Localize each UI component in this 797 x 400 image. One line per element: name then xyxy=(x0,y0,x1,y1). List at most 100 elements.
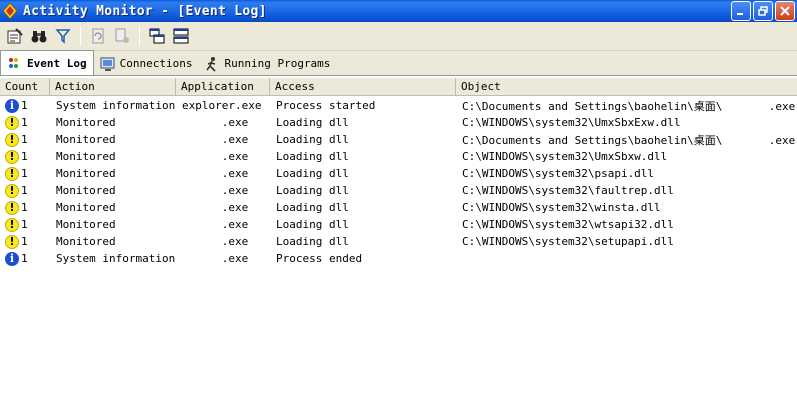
cell-action: Monitored xyxy=(56,218,116,231)
tab-event-log[interactable]: Event Log xyxy=(0,50,94,75)
warning-icon: ! xyxy=(5,183,19,198)
connections-icon xyxy=(100,56,116,72)
cascade-icon xyxy=(149,28,165,44)
cell-access: Loading dll xyxy=(276,167,349,180)
title-bar[interactable]: Activity Monitor - [Event Log] xyxy=(0,0,797,22)
find-button[interactable] xyxy=(28,25,50,47)
cell-count: ! 1 xyxy=(0,115,50,130)
minimize-button[interactable] xyxy=(731,1,751,21)
properties-button[interactable] xyxy=(4,25,26,47)
warning-icon: ! xyxy=(5,115,19,130)
table-row[interactable]: ! 1 Monitored .exe Loading dll C:\Documents … xyxy=(0,131,797,148)
cell-count: ! 1 xyxy=(0,132,50,147)
table-row[interactable]: i 1 System information .exe Process ended xyxy=(0,250,797,267)
cell-count: ! 1 xyxy=(0,200,50,215)
table-row[interactable]: ! 1 Monitored .exe Loading dll C:\WINDOWS\sy… xyxy=(0,216,797,233)
table-row[interactable]: ! 1 Monitored .exe Loading dll C:\WINDOWS\sy… xyxy=(0,114,797,131)
table-row[interactable]: ! 1 Monitored .exe Loading dll C:\WINDOWS\sy… xyxy=(0,148,797,165)
cell-object: C:\Documents and Settings\baohelin\桌面\ .… xyxy=(462,99,796,113)
cell-action: Monitored xyxy=(56,184,116,197)
cell-object: C:\WINDOWS\system32\winsta.dll xyxy=(462,201,661,214)
cell-access: Process ended xyxy=(276,252,363,265)
count-value: 1 xyxy=(21,116,28,129)
cell-access: Loading dll xyxy=(276,133,349,146)
warning-icon: ! xyxy=(5,234,19,249)
cascade-button[interactable] xyxy=(146,25,168,47)
cell-object: C:\WINDOWS\system32\faultrep.dll xyxy=(462,184,674,197)
refresh-button[interactable] xyxy=(87,25,109,47)
count-value: 1 xyxy=(21,218,28,231)
count-value: 1 xyxy=(21,133,28,146)
column-header-object[interactable]: Object xyxy=(456,78,797,96)
column-header-count[interactable]: Count xyxy=(0,78,50,96)
minimize-icon xyxy=(737,13,743,15)
cell-action: Monitored xyxy=(56,201,116,214)
cell-application: .exe xyxy=(182,235,249,248)
refresh-icon xyxy=(92,28,104,44)
event-list: i 1 System information explorer.exe Process … xyxy=(0,97,797,267)
filter-button[interactable] xyxy=(52,25,74,47)
app-icon xyxy=(2,2,18,20)
binoculars-icon xyxy=(31,31,47,43)
count-value: 1 xyxy=(21,235,28,248)
filter-icon xyxy=(55,29,71,44)
warning-icon: ! xyxy=(5,217,19,232)
tab-strip: Event Log Connections Running Programs xyxy=(0,50,797,76)
cell-access: Loading dll xyxy=(276,150,349,163)
count-value: 1 xyxy=(21,150,28,163)
warning-icon: ! xyxy=(5,149,19,164)
count-value: 1 xyxy=(21,201,28,214)
restore-button[interactable] xyxy=(753,1,773,21)
cell-count: ! 1 xyxy=(0,183,50,198)
table-row[interactable]: i 1 System information explorer.exe Process … xyxy=(0,97,797,114)
tab-label: Running Programs xyxy=(224,57,331,70)
column-header-action[interactable]: Action xyxy=(50,78,176,96)
column-header-access[interactable]: Access xyxy=(270,78,456,96)
count-value: 1 xyxy=(21,252,28,265)
table-row[interactable]: ! 1 Monitored .exe Loading dll C:\WINDOWS\sy… xyxy=(0,165,797,182)
window-title: Activity Monitor - [Event Log] xyxy=(23,3,267,19)
toolbar-separator xyxy=(139,26,140,46)
tile-button[interactable] xyxy=(170,25,192,47)
table-row[interactable]: ! 1 Monitored .exe Loading dll C:\WINDOWS\sy… xyxy=(0,233,797,250)
cell-object: C:\WINDOWS\system32\UmxSbxExw.dll xyxy=(462,116,681,129)
close-icon xyxy=(780,6,790,16)
clear-button[interactable] xyxy=(111,25,133,47)
cell-action: Monitored xyxy=(56,235,116,248)
cell-access: Loading dll xyxy=(276,116,349,129)
cell-application: .exe xyxy=(182,116,249,129)
cell-application: .exe xyxy=(182,133,249,146)
cell-object: C:\WINDOWS\system32\setupapi.dll xyxy=(462,235,674,248)
toolbar xyxy=(0,22,797,51)
warning-icon: ! xyxy=(5,200,19,215)
cell-application: .exe xyxy=(182,201,249,214)
close-button[interactable] xyxy=(775,1,795,21)
tab-label: Event Log xyxy=(27,56,87,70)
cell-application: .exe xyxy=(182,150,249,163)
cell-access: Loading dll xyxy=(276,184,349,197)
clear-icon xyxy=(115,28,129,43)
cell-count: ! 1 xyxy=(0,166,50,181)
column-header-application[interactable]: Application xyxy=(176,78,270,96)
cell-count: ! 1 xyxy=(0,217,50,232)
cell-count: ! 1 xyxy=(0,149,50,164)
list-header: Count Action Application Access Object xyxy=(0,78,797,96)
warning-icon: ! xyxy=(5,166,19,181)
cell-action: Monitored xyxy=(56,133,116,146)
tab-label: Connections xyxy=(119,57,193,70)
cell-object: C:\WINDOWS\system32\psapi.dll xyxy=(462,167,655,180)
table-row[interactable]: ! 1 Monitored .exe Loading dll C:\WINDOWS\sy… xyxy=(0,199,797,216)
event-log-icon xyxy=(7,55,23,71)
properties-icon xyxy=(7,28,23,44)
restore-icon xyxy=(758,6,768,16)
running-programs-icon xyxy=(204,56,220,72)
cell-object: C:\Documents and Settings\baohelin\桌面\ .… xyxy=(462,133,796,147)
tab-running-programs[interactable]: Running Programs xyxy=(198,52,336,75)
warning-icon: ! xyxy=(5,132,19,147)
cell-action: Monitored xyxy=(56,116,116,129)
tab-connections[interactable]: Connections xyxy=(94,52,199,75)
cell-action: Monitored xyxy=(56,167,116,180)
table-row[interactable]: ! 1 Monitored .exe Loading dll C:\WINDOWS\sy… xyxy=(0,182,797,199)
cell-application: .exe xyxy=(182,218,249,231)
cell-application: .exe xyxy=(182,252,249,265)
